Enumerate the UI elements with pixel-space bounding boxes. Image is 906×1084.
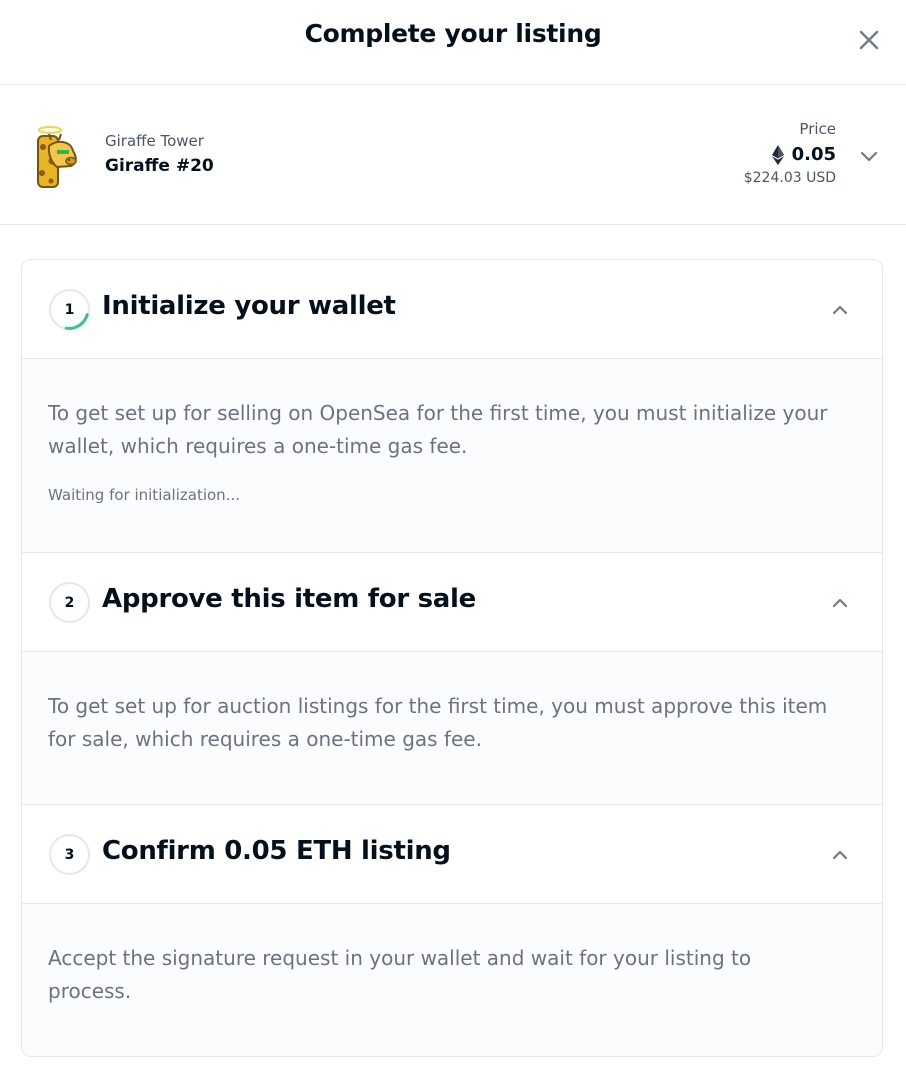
price-usd: $224.03 USD — [743, 170, 836, 186]
step-3-title: Confirm 0.05 ETH listing — [102, 836, 451, 866]
item-name: Giraffe #20 — [105, 156, 214, 176]
step-2-header[interactable]: 2 Approve this item for sale — [22, 553, 882, 652]
step-2-number: 2 — [49, 582, 90, 623]
step-3-number: 3 — [49, 834, 90, 875]
price-eth: 0.05 — [771, 144, 836, 165]
chevron-up-icon[interactable] — [828, 298, 852, 322]
collection-name: Giraffe Tower — [105, 132, 204, 150]
step-1-description: To get set up for selling on OpenSea for… — [48, 401, 828, 458]
step-1-status: Waiting for initialization... — [48, 486, 240, 504]
ethereum-icon — [771, 144, 784, 165]
step-1-title: Initialize your wallet — [102, 291, 396, 321]
step-2-title: Approve this item for sale — [102, 584, 476, 614]
step-2-description: To get set up for auction listings for t… — [48, 694, 828, 751]
step-1-body: To get set up for selling on OpenSea for… — [22, 359, 882, 553]
step-3-body: Accept the signature request in your wal… — [22, 904, 882, 1056]
modal-title: Complete your listing — [304, 19, 602, 48]
step-3-header[interactable]: 3 Confirm 0.05 ETH listing — [22, 805, 882, 904]
nft-thumbnail — [37, 126, 77, 188]
step-1-header[interactable]: 1 Initialize your wallet — [22, 260, 882, 359]
price-eth-value: 0.05 — [791, 144, 836, 165]
step-1-number: 1 — [49, 289, 90, 330]
close-button[interactable] — [853, 24, 885, 56]
chevron-up-icon[interactable] — [828, 843, 852, 867]
price-label: Price — [799, 120, 836, 138]
item-summary: Giraffe Tower Giraffe #20 Price 0.05 $22… — [0, 85, 906, 225]
chevron-up-icon[interactable] — [828, 591, 852, 615]
price-details-toggle[interactable] — [856, 146, 882, 166]
step-3-description: Accept the signature request in your wal… — [48, 946, 752, 1003]
step-2-body: To get set up for auction listings for t… — [22, 652, 882, 805]
close-icon[interactable] — [853, 24, 885, 56]
modal-header: Complete your listing — [0, 0, 906, 85]
progress-ring — [64, 313, 89, 330]
chevron-down-icon[interactable] — [856, 146, 882, 166]
listing-steps: 1 Initialize your wallet To get set up f… — [21, 259, 883, 1057]
